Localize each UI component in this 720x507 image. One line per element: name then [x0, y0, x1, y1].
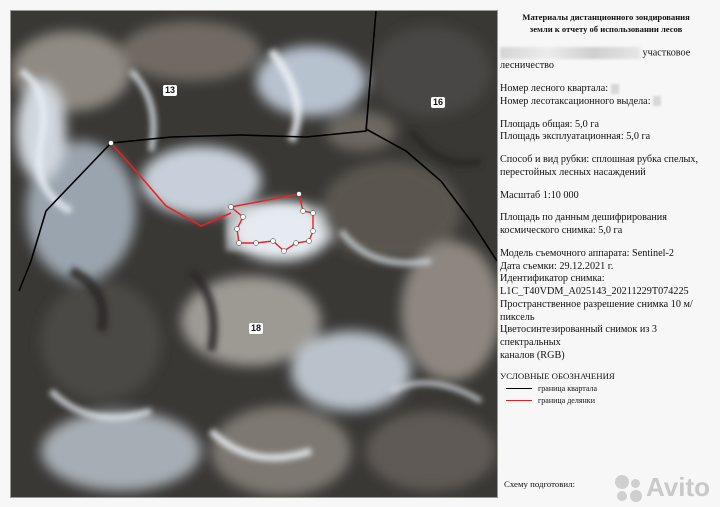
map-canvas: [11, 11, 497, 497]
quarter-number-13: 13: [163, 85, 178, 96]
redacted-value: [653, 96, 662, 107]
cutting-method-1: Способ и вид рубки: сплошная рубка спелы…: [500, 154, 699, 166]
quarter-number-line: Номер лесного квартала:: [500, 83, 712, 96]
decoded-area-2: космического снимка: 5,0 га: [500, 225, 623, 237]
avito-logo-icon: [613, 473, 643, 503]
resolution-1: Пространственное разрешение снимка 10 м/: [500, 298, 693, 310]
legend-plot: граница делянки: [500, 396, 712, 406]
redacted-name: [500, 47, 640, 60]
area-operational: Площадь эксплуатационная: 5,0 га: [500, 131, 651, 143]
legend-title: УСЛОВНЫЕ ОБОЗНАЧЕНИЯ: [500, 370, 615, 381]
prepared-by: Схему подготовил:: [504, 479, 575, 490]
avito-watermark: Avito: [613, 472, 710, 503]
satellite-map[interactable]: 13 16 18: [10, 10, 498, 498]
forestry-line: участковое: [500, 47, 712, 60]
forestry-word: лесничество: [500, 60, 554, 72]
quarter-number-16: 16: [431, 97, 446, 108]
quarter-number-18: 18: [249, 323, 264, 334]
area-total: Площадь общая: 5,0 га: [500, 118, 599, 130]
cutting-method-2: перестойных лесных насаждений: [500, 166, 646, 178]
info-panel: Материалы дистанционного зондирования зе…: [500, 10, 712, 496]
document-title: Материалы дистанционного зондирования зе…: [522, 12, 690, 34]
legend-plot-swatch: [506, 400, 532, 402]
synthesis-2: спектральных: [500, 337, 561, 349]
allotment-number-line: Номер лесотаксационного выдела:: [500, 96, 712, 109]
decoded-area-1: Площадь по данным дешифрирования: [500, 212, 667, 224]
report-sheet: 13 16 18 Материалы дистанционного зондир…: [0, 0, 720, 507]
legend-quarter-swatch: [506, 388, 532, 390]
image-id-value: L1C_T40VDM_A025143_20211229T074225: [500, 286, 689, 298]
capture-date: Дата съемки: 29.12.2021 г.: [500, 260, 614, 272]
image-id-label: Идентификатор снимка:: [500, 273, 605, 285]
synthesis-1: Цветосинтезированный снимок из 3: [500, 324, 658, 336]
redacted-value: [610, 83, 619, 94]
resolution-2: пиксель: [500, 311, 535, 323]
synthesis-3: каналов (RGB): [500, 349, 565, 361]
map-scale: Масштаб 1:10 000: [500, 189, 579, 201]
legend-quarter: граница квартала: [500, 384, 712, 394]
camera-model: Модель съемочного аппарата: Sentinel-2: [500, 247, 674, 259]
